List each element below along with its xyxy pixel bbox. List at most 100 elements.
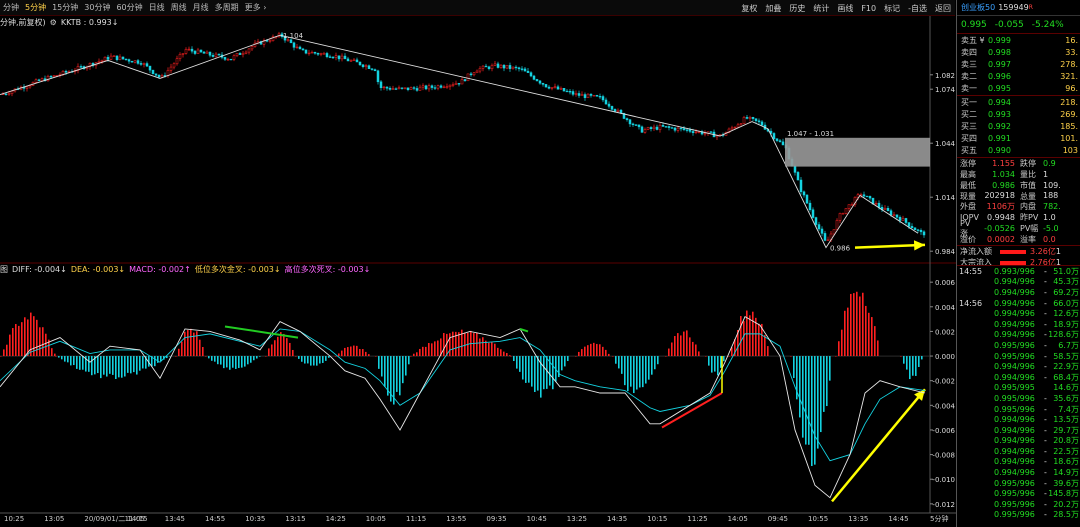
settings-icon[interactable]: ⚙ <box>50 18 61 27</box>
tick-row: 0.994/996-20.8万 <box>957 436 1080 447</box>
macd-bar <box>900 356 902 357</box>
macd-bar <box>823 356 825 412</box>
buy-level[interactable]: 买一 0.994 218. <box>957 96 1080 108</box>
macd-bar <box>680 335 682 357</box>
candle-body <box>166 70 170 76</box>
candle-body <box>127 59 131 62</box>
buy-level[interactable]: 买五 0.990 103 <box>957 145 1080 157</box>
macd-bar <box>581 349 583 357</box>
tool-button[interactable]: 标记 <box>880 3 904 14</box>
macd-bar <box>805 356 807 445</box>
tool-button[interactable]: 加叠 <box>761 3 785 14</box>
sell-level[interactable]: 卖三 0.997 278. <box>957 58 1080 70</box>
macd-bar <box>525 356 527 383</box>
macd-bar <box>9 334 11 357</box>
tick-row: 0.994/996-45.3万 <box>957 277 1080 288</box>
tick-volume: 145.8万 <box>1048 489 1079 499</box>
sell-level[interactable]: 卖五 ¥0.999 16. <box>957 34 1080 46</box>
macd-bar <box>838 341 840 357</box>
period-tab[interactable]: 更多 › <box>242 2 270 13</box>
buy-level[interactable]: 买二 0.993 269. <box>957 108 1080 120</box>
tool-button[interactable]: 返回 <box>931 3 955 14</box>
price-tick-label: 0.984 <box>935 248 956 256</box>
candle-body <box>916 229 920 231</box>
candle-body <box>571 91 575 95</box>
time-axis-label: 11:05 <box>125 515 145 523</box>
macd-bar <box>599 344 601 357</box>
period-tab[interactable]: 30分钟 <box>81 2 113 13</box>
tool-button[interactable]: F10 <box>857 4 880 13</box>
tool-button[interactable]: 统计 <box>809 3 833 14</box>
candle-body <box>610 106 614 110</box>
macd-bar <box>723 356 725 362</box>
macd-tick-label: -0.004 <box>932 402 955 410</box>
macd-bar <box>6 344 8 357</box>
macd-bar <box>695 344 697 357</box>
tick-list[interactable]: 14:55 0.993/996-51.0万 0.994/996-45.3万 0.994… <box>957 265 1080 527</box>
macd-bar <box>408 356 410 365</box>
tick-price: 0.994/996 <box>994 330 1035 340</box>
tick-price: 0.994/996 <box>994 468 1035 478</box>
period-tab[interactable]: 分钟 <box>0 2 22 13</box>
period-tab[interactable]: 月线 <box>190 2 212 13</box>
candle-body <box>655 126 659 130</box>
candle-body <box>580 94 584 96</box>
candle-body <box>211 55 215 57</box>
macd-bar <box>184 331 186 357</box>
candle-body <box>811 209 815 218</box>
candle-body <box>307 52 311 55</box>
time-axis-label: 5分钟 <box>930 514 948 523</box>
period-tab[interactable]: 日线 <box>146 2 168 13</box>
macd-bar <box>534 356 536 392</box>
tool-button[interactable]: -自选 <box>904 3 931 14</box>
time-axis-label: 10:35 <box>245 515 265 523</box>
candle-body <box>592 95 596 97</box>
candle-body <box>886 208 890 211</box>
macd-bar <box>811 356 813 467</box>
time-axis-label: 14:25 <box>326 515 346 523</box>
period-tab[interactable]: 多周期 <box>212 2 242 13</box>
tool-button[interactable]: 历史 <box>785 3 809 14</box>
macd-bar <box>118 356 120 378</box>
candle-body <box>535 79 539 82</box>
macd-bar <box>903 356 905 364</box>
candle-body <box>520 68 524 70</box>
time-axis-label: 13:25 <box>567 515 587 523</box>
sell-level[interactable]: 卖一 0.995 96. <box>957 83 1080 95</box>
tick-price: 0.995/995 <box>994 383 1035 393</box>
sell-level[interactable]: 卖四 0.998 33. <box>957 46 1080 58</box>
period-tab[interactable]: 60分钟 <box>113 2 145 13</box>
candle-body <box>889 210 893 216</box>
tick-volume: 18.6万 <box>1053 457 1079 467</box>
security-name[interactable]: 创业板50 <box>961 2 995 13</box>
tick-volume: 14.9万 <box>1053 468 1079 478</box>
candle-body <box>160 75 164 78</box>
period-tab[interactable]: 5分钟 <box>22 2 49 13</box>
period-tab[interactable]: 15分钟 <box>49 2 81 13</box>
buy-level[interactable]: 买四 0.991 101. <box>957 133 1080 145</box>
buy-level[interactable]: 买三 0.992 185. <box>957 120 1080 132</box>
period-tab[interactable]: 周线 <box>168 2 190 13</box>
candle-body <box>109 55 113 60</box>
macd-tick-label: -0.008 <box>932 452 955 460</box>
macd-bar <box>3 349 5 357</box>
sell-level[interactable]: 卖二 0.996 321. <box>957 71 1080 83</box>
tool-button[interactable]: 画线 <box>833 3 857 14</box>
macd-value: MACD: -0.002↑ <box>129 265 191 274</box>
tick-price: 0.995/996 <box>994 404 1035 414</box>
candle-body <box>424 85 428 90</box>
macd-bar <box>488 342 490 357</box>
tick-volume: 58.5万 <box>1053 351 1079 361</box>
macd-bar <box>820 356 822 433</box>
candle-body <box>502 64 506 69</box>
macd-bar <box>396 356 398 392</box>
candle-body <box>643 129 647 133</box>
macd-bar <box>256 356 258 359</box>
tool-button[interactable]: 复权 <box>737 3 761 14</box>
candle-body <box>673 127 677 131</box>
candle-body <box>907 222 911 227</box>
candle-body <box>640 126 644 133</box>
candle-body <box>883 208 887 210</box>
security-title: 创业板50 159949 R <box>957 0 1080 16</box>
macd-bar <box>503 351 505 357</box>
